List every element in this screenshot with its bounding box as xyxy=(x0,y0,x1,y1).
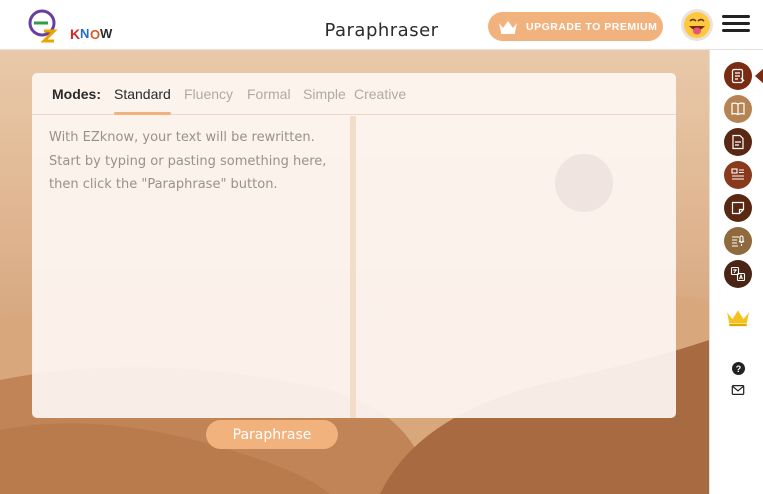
tool-sticky[interactable] xyxy=(724,194,752,222)
tool-paraphraser[interactable] xyxy=(724,62,752,90)
loading-placeholder xyxy=(555,154,613,212)
active-tab-indicator xyxy=(114,112,171,115)
book-icon xyxy=(731,102,745,116)
hamburger-menu-icon[interactable] xyxy=(722,15,750,35)
upgrade-label: UPGRADE TO PREMIUM xyxy=(526,20,658,33)
tool-notes[interactable] xyxy=(724,161,752,189)
modes-bar: Modes: Standard Fluency Formal Simple Cr… xyxy=(32,73,676,115)
tool-summarizer[interactable] xyxy=(724,128,752,156)
mail-icon xyxy=(731,385,745,395)
smiley-tongue-icon xyxy=(684,12,710,38)
user-avatar[interactable] xyxy=(681,9,713,41)
tool-sidebar: ? xyxy=(709,50,763,494)
translate-icon xyxy=(730,266,746,282)
tab-simple[interactable]: Simple xyxy=(303,86,346,102)
paraphraser-card: Modes: Standard Fluency Formal Simple Cr… xyxy=(32,73,676,449)
summary-doc-icon xyxy=(732,134,744,150)
crown-icon xyxy=(727,310,749,327)
list-doc-icon xyxy=(731,168,744,180)
crown-icon xyxy=(499,20,517,34)
tab-standard[interactable]: Standard xyxy=(114,86,171,102)
modes-label: Modes: xyxy=(52,86,101,102)
audio-list-icon xyxy=(732,235,745,247)
svg-text:?: ? xyxy=(735,363,740,373)
tool-reader[interactable] xyxy=(724,95,752,123)
tab-formal[interactable]: Formal xyxy=(247,86,291,102)
tab-fluency[interactable]: Fluency xyxy=(184,86,233,102)
contact-button[interactable] xyxy=(724,376,752,404)
premium-button[interactable] xyxy=(724,304,752,332)
tool-audio[interactable] xyxy=(724,227,752,255)
active-tool-pointer xyxy=(755,68,763,84)
upgrade-button[interactable]: UPGRADE TO PREMIUM xyxy=(488,12,663,41)
tab-creative[interactable]: Creative xyxy=(354,86,406,102)
input-placeholder[interactable]: With EZknow, your text will be rewritten… xyxy=(49,126,339,197)
sticky-note-icon xyxy=(731,201,745,215)
question-icon: ? xyxy=(731,361,745,375)
top-header: K N O W Paraphraser UPGRADE TO PREMIUM xyxy=(0,0,763,50)
paraphrase-doc-icon xyxy=(731,68,745,84)
tool-translate[interactable] xyxy=(724,260,752,288)
input-pane[interactable]: With EZknow, your text will be rewritten… xyxy=(32,116,350,449)
paraphrase-button[interactable]: Paraphrase xyxy=(206,420,338,449)
output-pane xyxy=(356,116,676,418)
